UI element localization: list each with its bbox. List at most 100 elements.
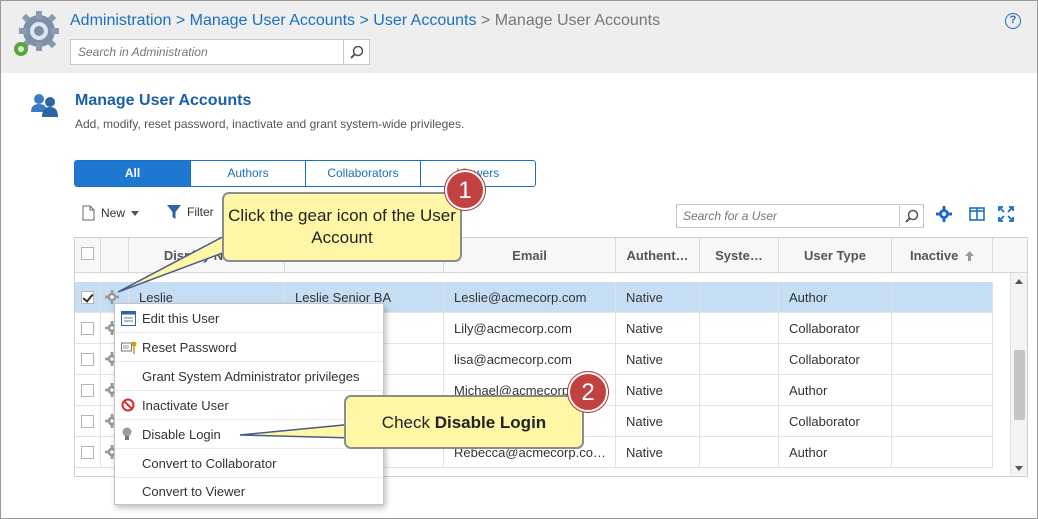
menu-item-label: Reset Password xyxy=(142,340,237,355)
breadcrumb-manage-user-accounts[interactable]: Manage User Accounts xyxy=(190,12,355,29)
filter-button-label: Filter xyxy=(187,205,214,219)
cell-inactive xyxy=(892,282,993,313)
cell-user-type: Collaborator xyxy=(779,406,892,437)
cell-authentication: Native xyxy=(616,437,700,468)
callout-step-2-prefix: Check xyxy=(381,413,435,432)
page-title: Manage User Accounts xyxy=(75,92,252,109)
users-icon xyxy=(31,94,58,117)
menu-item-label: Convert to Viewer xyxy=(142,484,246,499)
cell-email: Lily@acmecorp.com xyxy=(444,313,616,344)
cell-system xyxy=(700,282,779,313)
cell-email: lisa@acmecorp.com xyxy=(444,344,616,375)
tab-authors[interactable]: Authors xyxy=(190,161,305,186)
menu-item-inactivate-user[interactable]: Inactivate User xyxy=(115,391,383,420)
menu-item-disable-login[interactable]: Disable Login xyxy=(115,420,383,449)
tab-all[interactable]: All xyxy=(75,161,190,186)
column-user-type[interactable]: User Type xyxy=(779,238,892,273)
menu-item-edit-user[interactable]: Edit this User xyxy=(115,304,383,333)
cell-system xyxy=(700,313,779,344)
cell-checkbox xyxy=(75,406,101,437)
callout-step-1: Click the gear icon of the User Account xyxy=(222,192,462,262)
menu-item-label: Convert to Collaborator xyxy=(142,456,277,471)
grid-scrollbar[interactable] xyxy=(1010,273,1027,476)
menu-item-convert-viewer[interactable]: Convert to Viewer xyxy=(115,477,383,506)
cell-checkbox xyxy=(75,313,101,344)
new-button[interactable]: New xyxy=(82,205,140,221)
top-bar: Administration > Manage User Accounts > … xyxy=(1,1,1037,73)
cell-inactive xyxy=(892,437,993,468)
column-system[interactable]: Syste… xyxy=(700,238,779,273)
breadcrumb-user-accounts[interactable]: User Accounts xyxy=(373,12,476,29)
admin-search-input[interactable] xyxy=(71,40,341,64)
row-gear-icon[interactable] xyxy=(105,290,119,304)
columns-icon[interactable] xyxy=(969,206,985,222)
menu-item-label: Inactivate User xyxy=(142,398,229,413)
row-checkbox[interactable] xyxy=(81,446,94,459)
user-search-input[interactable] xyxy=(677,205,899,227)
scroll-thumb[interactable] xyxy=(1014,350,1025,420)
row-checkbox[interactable] xyxy=(81,322,94,335)
column-email[interactable]: Email xyxy=(444,238,616,273)
filter-button[interactable]: Filter xyxy=(167,205,214,219)
help-icon[interactable]: ? xyxy=(1005,13,1021,29)
breadcrumb-separator: > xyxy=(175,12,186,29)
cell-checkbox xyxy=(75,344,101,375)
menu-item-label: Disable Login xyxy=(142,427,221,442)
step-2-badge: 2 xyxy=(568,372,608,412)
sort-ascending-icon xyxy=(965,251,975,261)
chevron-down-icon xyxy=(131,210,140,216)
menu-item-label: Grant System Administrator privileges xyxy=(142,369,360,384)
cell-system xyxy=(700,344,779,375)
no-entry-icon xyxy=(121,398,135,412)
breadcrumb-separator: > xyxy=(480,12,491,29)
user-search-button[interactable] xyxy=(899,205,923,227)
cell-user-type: Author xyxy=(779,437,892,468)
tab-collaborators[interactable]: Collaborators xyxy=(305,161,420,186)
new-button-label: New xyxy=(101,206,126,220)
menu-item-grant-admin[interactable]: Grant System Administrator privileges xyxy=(115,362,383,391)
cell-user-type: Collaborator xyxy=(779,344,892,375)
cell-system xyxy=(700,375,779,406)
select-all-checkbox[interactable] xyxy=(81,247,94,260)
filter-icon xyxy=(167,205,181,219)
cell-authentication: Native xyxy=(616,282,700,313)
breadcrumb-current: Manage User Accounts xyxy=(494,12,661,29)
gear-column-header xyxy=(101,238,129,273)
callout-step-1-text: Click the gear icon of the User Account xyxy=(228,206,456,247)
scroll-up-arrow-icon[interactable] xyxy=(1015,279,1023,284)
cell-authentication: Native xyxy=(616,406,700,437)
cell-inactive xyxy=(892,344,993,375)
admin-search-box xyxy=(70,39,370,65)
cell-email: Leslie@acmecorp.com xyxy=(444,282,616,313)
settings-gear-icon[interactable] xyxy=(936,206,952,222)
cell-inactive xyxy=(892,313,993,344)
menu-item-convert-collaborator[interactable]: Convert to Collaborator xyxy=(115,449,383,478)
cell-inactive xyxy=(892,375,993,406)
cell-authentication: Native xyxy=(616,313,700,344)
admin-search-button[interactable] xyxy=(343,40,369,64)
bulb-icon xyxy=(122,427,132,440)
menu-item-reset-password[interactable]: Reset Password xyxy=(115,333,383,362)
row-checkbox[interactable] xyxy=(81,291,94,304)
scroll-down-arrow-icon[interactable] xyxy=(1015,466,1023,471)
breadcrumb-administration[interactable]: Administration xyxy=(70,12,171,29)
column-authentication[interactable]: Authent… xyxy=(616,238,700,273)
menu-item-label: Edit this User xyxy=(142,311,220,326)
callout-step-2-bold: Disable Login xyxy=(434,413,547,432)
row-checkbox[interactable] xyxy=(81,415,94,428)
cell-authentication: Native xyxy=(616,375,700,406)
key-icon xyxy=(121,341,137,354)
search-icon xyxy=(904,209,918,223)
cell-system xyxy=(700,437,779,468)
column-inactive[interactable]: Inactive xyxy=(892,238,993,273)
admin-gears-logo-icon xyxy=(14,11,59,56)
select-all-column xyxy=(75,238,101,273)
step-1-badge: 1 xyxy=(445,170,485,210)
cell-checkbox xyxy=(75,375,101,406)
cell-user-type: Author xyxy=(779,282,892,313)
expand-icon[interactable] xyxy=(998,206,1014,222)
new-document-icon xyxy=(82,205,95,221)
cell-user-type: Author xyxy=(779,375,892,406)
row-checkbox[interactable] xyxy=(81,353,94,366)
row-checkbox[interactable] xyxy=(81,384,94,397)
